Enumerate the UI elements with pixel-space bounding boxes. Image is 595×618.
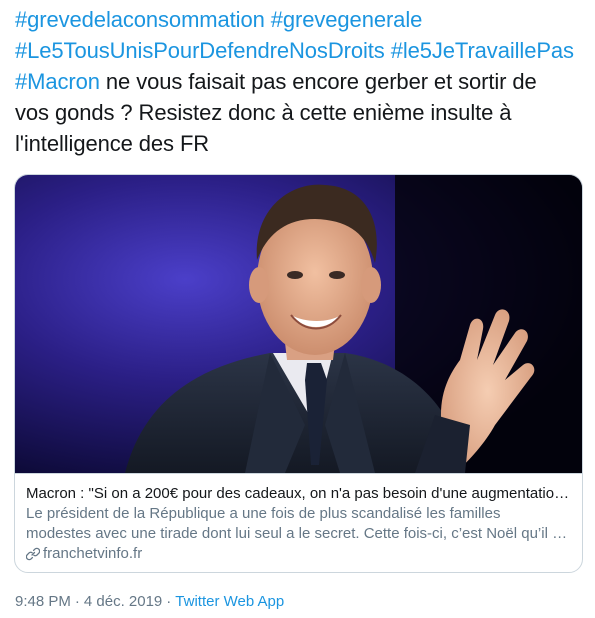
- link-card[interactable]: Macron : "Si on a 200€ pour des cadeaux,…: [14, 174, 583, 573]
- link-icon: [26, 547, 40, 561]
- tweet-time[interactable]: 9:48 PM: [15, 593, 71, 610]
- card-domain-text: franchetvinfo.fr: [43, 545, 143, 562]
- tweet-text: #grevedelaconsommation #grevegenerale #Le…: [15, 4, 585, 159]
- tweet-meta: 9:48 PM · 4 déc. 2019 · Twitter Web App: [15, 592, 284, 612]
- meta-separator: ·: [74, 593, 80, 610]
- hashtag-link[interactable]: #Le5TousUnisPourDefendreNosDroits: [15, 38, 385, 63]
- card-domain: franchetvinfo.fr: [26, 544, 571, 564]
- tweet-text-segment: l'intelligence des FR: [15, 131, 210, 156]
- tweet-text-line: l'intelligence des FR: [15, 128, 585, 159]
- card-body[interactable]: Macron : "Si on a 200€ pour des cadeaux,…: [15, 473, 582, 572]
- card-image[interactable]: [15, 175, 582, 473]
- tweet-text-line: #Macron ne vous faisait pas encore gerbe…: [15, 66, 585, 97]
- tweet-text-line: vos gonds ? Resistez donc à cette enième…: [15, 97, 585, 128]
- tweet-text-segment: vos gonds ? Resistez donc à cette enième…: [15, 100, 512, 125]
- hashtag-link[interactable]: #grevegenerale: [271, 7, 423, 32]
- meta-separator: ·: [166, 593, 172, 610]
- tweet-source-link[interactable]: Twitter Web App: [175, 593, 284, 610]
- tweet-text-segment: ne vous faisait pas encore gerber et sor…: [99, 69, 537, 94]
- hashtag-link[interactable]: #Macron: [15, 69, 100, 94]
- card-description-line: Le président de la République a une fois…: [26, 505, 501, 522]
- hashtag-link[interactable]: #le5JeTravaillePas: [391, 38, 574, 63]
- tweet-date[interactable]: 4 déc. 2019: [84, 593, 162, 610]
- tweet: #grevedelaconsommation #grevegenerale #Le…: [0, 0, 595, 618]
- tweet-text-line: #grevedelaconsommation #grevegenerale: [15, 4, 585, 35]
- card-description: Le président de la République a une fois…: [26, 504, 574, 544]
- hashtag-link[interactable]: #grevedelaconsommation: [15, 7, 265, 32]
- card-title: Macron : "Si on a 200€ pour des cadeaux,…: [26, 485, 574, 502]
- tweet-text-line: #Le5TousUnisPourDefendreNosDroits #le5Je…: [15, 35, 585, 66]
- card-description-line: modestes avec une tirade dont lui seul a…: [26, 525, 574, 542]
- photo-man-waving: [15, 175, 582, 473]
